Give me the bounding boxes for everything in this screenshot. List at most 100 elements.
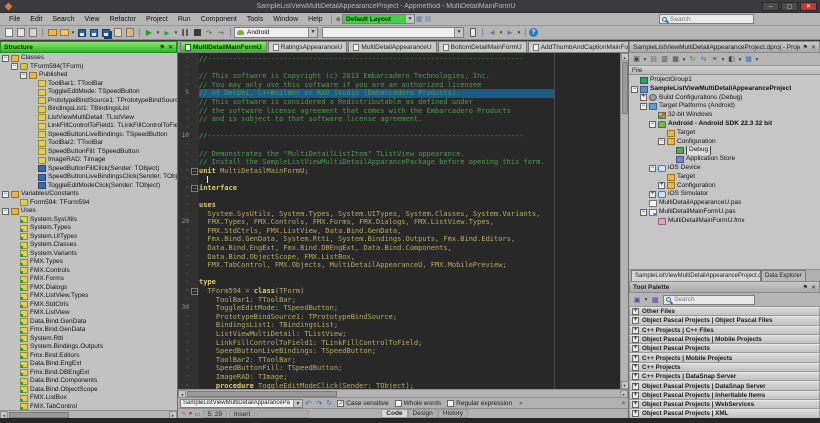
expander-icon[interactable] xyxy=(632,401,639,409)
expander-icon[interactable] xyxy=(649,164,656,172)
code-line[interactable]: 30 ToggleEditMode: TSpeedButton; xyxy=(178,304,620,313)
palette-category[interactable]: Object Pascal Projects | XML xyxy=(629,409,820,418)
tree-item[interactable]: SpeedButtonLiveBindings: TSpeedButton xyxy=(0,131,177,140)
new-items-icon[interactable] xyxy=(27,27,39,38)
rename-icon[interactable]: ▥ xyxy=(659,54,670,65)
palette-options-icon[interactable]: ▣ xyxy=(631,294,643,305)
save-as-icon[interactable] xyxy=(88,27,100,38)
tree-item[interactable]: Data.Bind.EngExt xyxy=(0,360,177,369)
menu-item[interactable]: Run xyxy=(173,16,196,23)
expander-icon[interactable] xyxy=(2,207,9,215)
code-editor[interactable]: · //-------------------------------------… xyxy=(178,53,620,389)
palette-category[interactable]: Object Pascal Projects xyxy=(629,344,820,354)
refresh-icon[interactable]: ↻ xyxy=(687,54,698,65)
code-line[interactable]: - FMX.TabControl, FMX.Objects, MultiDeta… xyxy=(178,261,620,270)
palette-category[interactable]: C++ Projects | DataSnap Server xyxy=(629,372,820,382)
tree-item[interactable]: System.Bindings.Outputs xyxy=(0,343,177,352)
expander-icon[interactable] xyxy=(632,345,639,353)
palette-search-input[interactable] xyxy=(674,296,752,303)
find-combo[interactable]: SampleListViewMultiDetailApparancePa ▼ xyxy=(180,398,303,408)
tree-item[interactable]: TForm594(TForm) xyxy=(0,63,177,72)
expander-icon[interactable] xyxy=(658,138,665,146)
expander-icon[interactable] xyxy=(632,308,639,316)
palette-category[interactable]: Other Files xyxy=(629,307,820,317)
code-line[interactable]: · BindingsList1: TBindingsList; xyxy=(178,321,620,330)
editor-tab[interactable]: MultiDetailMainFormU xyxy=(180,41,267,52)
tree-item[interactable]: FMX.Forms xyxy=(0,275,177,284)
code-line[interactable]: · xyxy=(178,63,620,73)
close-icon[interactable]: ✕ xyxy=(811,44,816,51)
tree-item[interactable]: System.SysUtils xyxy=(0,216,177,225)
open-project-icon[interactable] xyxy=(46,27,58,38)
find-previous-icon[interactable]: ↶ xyxy=(305,399,312,408)
tree-item[interactable]: Application Store xyxy=(629,155,820,164)
tree-item[interactable]: Target xyxy=(629,129,820,138)
tree-item[interactable]: ToolBar2: TToolBar xyxy=(0,139,177,148)
expander-icon[interactable] xyxy=(632,391,639,399)
tree-item[interactable]: Configuration xyxy=(629,138,820,147)
expander-icon[interactable] xyxy=(2,54,9,62)
code-line[interactable]: · Data.Bind.ObjectScope, FMX.ListBox, xyxy=(178,252,620,262)
code-line[interactable]: · // Demonstrates the "MultiDetailListIte… xyxy=(178,149,620,159)
checkbox-icon[interactable] xyxy=(447,399,455,407)
tree-item[interactable]: Data.Bind.ObjectScope xyxy=(0,386,177,395)
menu-item[interactable]: Refactor xyxy=(105,16,141,23)
checkbox-icon[interactable] xyxy=(394,399,402,407)
tree-item[interactable]: ImageRAD: TImage xyxy=(0,156,177,165)
expander-icon[interactable] xyxy=(632,354,639,362)
tree-item[interactable]: System.Variants xyxy=(0,250,177,259)
palette-category[interactable]: Object Pascal Projects | Mobile Projects xyxy=(629,334,820,345)
code-line[interactable]: 10 //------------------------------------… xyxy=(178,132,620,141)
checkbox-icon[interactable]: ✓ xyxy=(337,399,345,407)
code-line[interactable]: · ImageRAD: TImage; xyxy=(178,372,620,382)
tree-item[interactable]: PrototypeBindSource1: TPrototypeBindSour… xyxy=(0,97,177,106)
code-line[interactable]: · // You may only use this software if yo… xyxy=(178,80,620,90)
expander-icon[interactable] xyxy=(632,410,639,418)
code-line[interactable]: · // the software license agreement that … xyxy=(178,106,620,116)
pause-icon[interactable] xyxy=(179,27,191,38)
tree-item[interactable]: System.Classes xyxy=(0,241,177,250)
expander-icon[interactable] xyxy=(632,373,639,381)
expander-icon[interactable] xyxy=(658,182,665,190)
code-line[interactable]: - xyxy=(178,175,620,184)
code-line[interactable]: · ToolBar1: TToolBar; xyxy=(178,295,620,305)
open-file-icon[interactable] xyxy=(15,27,27,38)
tree-item[interactable]: Target xyxy=(629,173,820,182)
ide-search-input[interactable] xyxy=(670,15,751,23)
palette-category[interactable]: Object Pascal Projects | Inheritable Ite… xyxy=(629,390,820,400)
tree-item[interactable]: FMX.Controls xyxy=(0,267,177,276)
step-over-icon[interactable]: ↷ xyxy=(203,27,215,38)
run-icon[interactable]: ▶ xyxy=(143,27,155,38)
pin-icon[interactable]: ⚑ xyxy=(803,284,808,291)
more-options-chevron[interactable]: » xyxy=(519,400,523,407)
new-button-icon[interactable]: ▣ xyxy=(631,54,642,65)
pin-icon[interactable]: ⚑ xyxy=(803,44,808,51)
find-next-icon[interactable]: ↷ xyxy=(316,399,323,408)
code-line[interactable]: · xyxy=(178,140,620,150)
editor-tab[interactable]: BottomDetailMainFormU xyxy=(437,41,527,52)
tree-item[interactable]: BindingsList1: TBindingsList xyxy=(0,105,177,114)
code-line[interactable]: · // This software is Copyright (c) 2013 … xyxy=(178,72,620,81)
tool-palette-header[interactable]: Tool Palette ⚑ ✕ xyxy=(629,281,820,293)
tree-item[interactable]: Debug xyxy=(629,146,820,156)
tree-item[interactable]: iOS Device xyxy=(629,164,820,173)
editor-tab[interactable]: RatingsAppearanceU xyxy=(267,41,348,52)
tree-item[interactable]: iOS Simulator xyxy=(629,190,820,199)
code-line[interactable]: · ListViewMultiDetail: TListView; xyxy=(178,330,620,339)
maximize-button[interactable]: ▢ xyxy=(781,1,798,11)
tree-item[interactable]: System.Types xyxy=(0,224,177,233)
ide-search-box[interactable] xyxy=(659,14,754,24)
palette-category[interactable]: C++ Projects xyxy=(629,362,820,373)
refresh-icon[interactable]: ↻ xyxy=(326,399,332,407)
expander-icon[interactable] xyxy=(640,103,647,111)
scroll-thumb[interactable] xyxy=(621,62,628,114)
macro-record-icon[interactable]: ● xyxy=(188,410,192,417)
tree-item[interactable]: ToggleEditMode: TSpeedButton xyxy=(0,88,177,97)
code-line[interactable]: · SpeedButtonFill: TSpeedButton; xyxy=(178,364,620,373)
scroll-thumb[interactable] xyxy=(187,390,337,397)
tree-item[interactable]: Fmx.Bind.DBEngExt xyxy=(0,369,177,378)
find-option-checkbox[interactable]: ✓ Case sensitive xyxy=(337,399,389,407)
menu-item[interactable]: Tools xyxy=(242,16,268,23)
tree-item[interactable]: ToolBar1: TToolBar xyxy=(0,80,177,89)
save-icon[interactable] xyxy=(76,27,88,38)
